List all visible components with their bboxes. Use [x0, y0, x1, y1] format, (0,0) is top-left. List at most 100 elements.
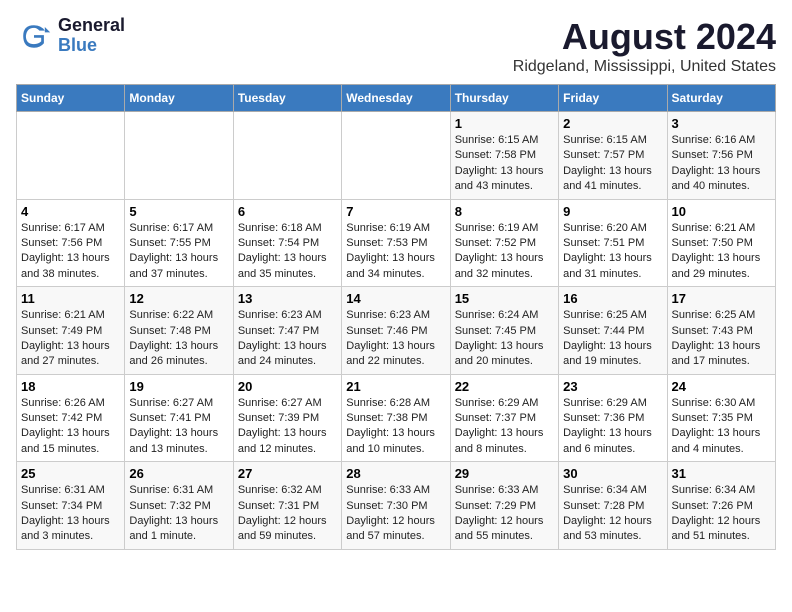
day-cell: 12Sunrise: 6:22 AMSunset: 7:48 PMDayligh…	[125, 287, 233, 375]
day-number: 6	[238, 204, 337, 219]
calendar-table: SundayMondayTuesdayWednesdayThursdayFrid…	[16, 84, 776, 550]
day-number: 21	[346, 379, 445, 394]
header: General Blue August 2024 Ridgeland, Miss…	[16, 16, 776, 76]
day-cell: 25 Sunrise: 6:31 AMSunset: 7:34 PMDayligh…	[17, 462, 125, 550]
day-number: 3	[672, 116, 771, 131]
day-number: 15	[455, 291, 554, 306]
day-info: Sunrise: 6:27 AMSunset: 7:39 PMDaylight:…	[238, 396, 337, 458]
day-info: Sunrise: 6:31 AMSunset: 7:34 PMDaylight:…	[21, 483, 120, 545]
day-info: Sunrise: 6:17 AMSunset: 7:55 PMDaylight:…	[129, 221, 228, 283]
day-info: Sunrise: 6:15 AMSunset: 7:57 PMDaylight:…	[563, 133, 662, 195]
day-info: Sunrise: 6:23 AMSunset: 7:46 PMDaylight:…	[346, 308, 445, 370]
logo: General Blue	[16, 16, 125, 56]
day-info: Sunrise: 6:29 AMSunset: 7:36 PMDaylight:…	[563, 396, 662, 458]
day-info: Sunrise: 6:16 AMSunset: 7:56 PMDaylight:…	[672, 133, 771, 195]
day-number: 11	[21, 291, 120, 306]
day-info: Sunrise: 6:24 AMSunset: 7:45 PMDaylight:…	[455, 308, 554, 370]
day-info: Sunrise: 6:30 AMSunset: 7:35 PMDaylight:…	[672, 396, 771, 458]
day-info: Sunrise: 6:28 AMSunset: 7:38 PMDaylight:…	[346, 396, 445, 458]
day-number: 25	[21, 466, 120, 481]
logo-line2: Blue	[58, 36, 125, 56]
day-cell	[125, 112, 233, 200]
day-info: Sunrise: 6:25 AMSunset: 7:43 PMDaylight:…	[672, 308, 771, 370]
day-number: 22	[455, 379, 554, 394]
logo-icon	[16, 18, 52, 54]
subtitle: Ridgeland, Mississippi, United States	[513, 58, 776, 76]
day-cell: 23 Sunrise: 6:29 AMSunset: 7:36 PMDayligh…	[559, 374, 667, 462]
day-cell: 13 Sunrise: 6:23 AMSunset: 7:47 PMDayligh…	[233, 287, 341, 375]
header-tuesday: Tuesday	[233, 85, 341, 112]
day-number: 16	[563, 291, 662, 306]
day-cell: 26Sunrise: 6:31 AMSunset: 7:32 PMDayligh…	[125, 462, 233, 550]
day-info: Sunrise: 6:21 AMSunset: 7:49 PMDaylight:…	[21, 308, 120, 370]
day-cell: 21 Sunrise: 6:28 AMSunset: 7:38 PMDayligh…	[342, 374, 450, 462]
day-number: 24	[672, 379, 771, 394]
day-number: 18	[21, 379, 120, 394]
day-number: 28	[346, 466, 445, 481]
week-row-2: 4 Sunrise: 6:17 AMSunset: 7:56 PMDaylight…	[17, 199, 776, 287]
day-info: Sunrise: 6:19 AMSunset: 7:53 PMDaylight:…	[346, 221, 445, 283]
header-saturday: Saturday	[667, 85, 775, 112]
day-cell: 20 Sunrise: 6:27 AMSunset: 7:39 PMDayligh…	[233, 374, 341, 462]
day-cell	[17, 112, 125, 200]
day-cell: 15 Sunrise: 6:24 AMSunset: 7:45 PMDayligh…	[450, 287, 558, 375]
day-number: 26	[129, 466, 228, 481]
day-number: 23	[563, 379, 662, 394]
title-area: August 2024 Ridgeland, Mississippi, Unit…	[513, 16, 776, 76]
header-wednesday: Wednesday	[342, 85, 450, 112]
day-number: 31	[672, 466, 771, 481]
day-number: 27	[238, 466, 337, 481]
day-info: Sunrise: 6:23 AMSunset: 7:47 PMDaylight:…	[238, 308, 337, 370]
day-cell: 6Sunrise: 6:18 AMSunset: 7:54 PMDaylight…	[233, 199, 341, 287]
day-number: 19	[129, 379, 228, 394]
day-cell: 30 Sunrise: 6:34 AMSunset: 7:28 PMDayligh…	[559, 462, 667, 550]
day-number: 13	[238, 291, 337, 306]
week-row-4: 18 Sunrise: 6:26 AMSunset: 7:42 PMDayligh…	[17, 374, 776, 462]
day-info: Sunrise: 6:34 AMSunset: 7:26 PMDaylight:…	[672, 483, 771, 545]
logo-line1: General	[58, 16, 125, 36]
day-cell: 16 Sunrise: 6:25 AMSunset: 7:44 PMDayligh…	[559, 287, 667, 375]
day-number: 5	[129, 204, 228, 219]
day-number: 20	[238, 379, 337, 394]
calendar-header-row: SundayMondayTuesdayWednesdayThursdayFrid…	[17, 85, 776, 112]
week-row-1: 1 Sunrise: 6:15 AMSunset: 7:58 PMDaylight…	[17, 112, 776, 200]
day-number: 1	[455, 116, 554, 131]
day-cell	[342, 112, 450, 200]
day-cell: 1 Sunrise: 6:15 AMSunset: 7:58 PMDaylight…	[450, 112, 558, 200]
day-cell	[233, 112, 341, 200]
header-thursday: Thursday	[450, 85, 558, 112]
day-cell: 11 Sunrise: 6:21 AMSunset: 7:49 PMDayligh…	[17, 287, 125, 375]
day-number: 14	[346, 291, 445, 306]
day-cell: 28 Sunrise: 6:33 AMSunset: 7:30 PMDayligh…	[342, 462, 450, 550]
header-friday: Friday	[559, 85, 667, 112]
header-sunday: Sunday	[17, 85, 125, 112]
header-monday: Monday	[125, 85, 233, 112]
day-info: Sunrise: 6:17 AMSunset: 7:56 PMDaylight:…	[21, 221, 120, 283]
day-cell: 8 Sunrise: 6:19 AMSunset: 7:52 PMDaylight…	[450, 199, 558, 287]
day-cell: 27Sunrise: 6:32 AMSunset: 7:31 PMDayligh…	[233, 462, 341, 550]
day-cell: 18 Sunrise: 6:26 AMSunset: 7:42 PMDayligh…	[17, 374, 125, 462]
day-number: 29	[455, 466, 554, 481]
day-info: Sunrise: 6:15 AMSunset: 7:58 PMDaylight:…	[455, 133, 554, 195]
day-cell: 10Sunrise: 6:21 AMSunset: 7:50 PMDayligh…	[667, 199, 775, 287]
day-number: 8	[455, 204, 554, 219]
day-cell: 5 Sunrise: 6:17 AMSunset: 7:55 PMDaylight…	[125, 199, 233, 287]
day-info: Sunrise: 6:25 AMSunset: 7:44 PMDaylight:…	[563, 308, 662, 370]
day-info: Sunrise: 6:33 AMSunset: 7:30 PMDaylight:…	[346, 483, 445, 545]
day-info: Sunrise: 6:33 AMSunset: 7:29 PMDaylight:…	[455, 483, 554, 545]
day-info: Sunrise: 6:20 AMSunset: 7:51 PMDaylight:…	[563, 221, 662, 283]
day-info: Sunrise: 6:19 AMSunset: 7:52 PMDaylight:…	[455, 221, 554, 283]
day-cell: 3 Sunrise: 6:16 AMSunset: 7:56 PMDaylight…	[667, 112, 775, 200]
day-info: Sunrise: 6:26 AMSunset: 7:42 PMDaylight:…	[21, 396, 120, 458]
day-number: 10	[672, 204, 771, 219]
day-cell: 17Sunrise: 6:25 AMSunset: 7:43 PMDayligh…	[667, 287, 775, 375]
day-info: Sunrise: 6:34 AMSunset: 7:28 PMDaylight:…	[563, 483, 662, 545]
day-number: 30	[563, 466, 662, 481]
day-number: 4	[21, 204, 120, 219]
day-cell: 24 Sunrise: 6:30 AMSunset: 7:35 PMDayligh…	[667, 374, 775, 462]
day-cell: 29 Sunrise: 6:33 AMSunset: 7:29 PMDayligh…	[450, 462, 558, 550]
day-info: Sunrise: 6:29 AMSunset: 7:37 PMDaylight:…	[455, 396, 554, 458]
day-cell: 19Sunrise: 6:27 AMSunset: 7:41 PMDayligh…	[125, 374, 233, 462]
day-info: Sunrise: 6:22 AMSunset: 7:48 PMDaylight:…	[129, 308, 228, 370]
day-cell: 4 Sunrise: 6:17 AMSunset: 7:56 PMDaylight…	[17, 199, 125, 287]
